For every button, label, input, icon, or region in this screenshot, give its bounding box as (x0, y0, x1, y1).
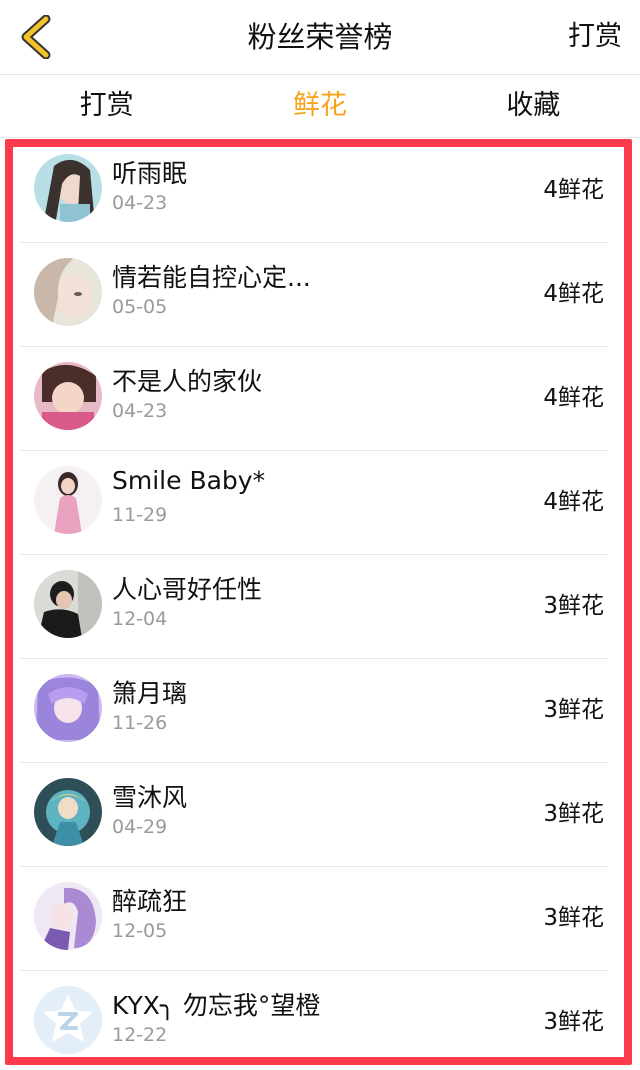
fan-name: 不是人的家伙 (112, 367, 263, 396)
fan-list: 听雨眠 04-23 4鲜花 情若能自控心定... 05-05 4鲜花 不是人的家… (0, 138, 640, 1070)
avatar (34, 674, 102, 742)
fan-name: KYX╮ 勿忘我°望橙 (112, 991, 321, 1020)
list-item[interactable]: 醉疏狂 12-05 3鲜花 (20, 866, 608, 971)
tab-reward[interactable]: 打赏 (0, 75, 213, 137)
fan-date: 04-29 (112, 816, 168, 838)
chevron-left-icon (21, 15, 51, 59)
avatar (34, 778, 102, 846)
flower-count: 3鲜花 (543, 697, 604, 723)
avatar (34, 362, 102, 430)
reward-button[interactable]: 打赏 (568, 0, 622, 74)
default-qq-avatar-icon (34, 986, 102, 1054)
list-item[interactable]: KYX╮ 勿忘我°望橙 12-22 3鲜花 (20, 970, 608, 1070)
fan-name: 醉疏狂 (112, 887, 188, 916)
fan-date: 04-23 (112, 192, 168, 214)
fan-date: 05-05 (112, 296, 168, 318)
flower-count: 3鲜花 (543, 801, 604, 827)
list-item[interactable]: 听雨眠 04-23 4鲜花 (20, 138, 608, 243)
flower-count: 3鲜花 (543, 905, 604, 931)
flower-count: 3鲜花 (543, 593, 604, 619)
list-item[interactable]: 雪沐风 04-29 3鲜花 (20, 762, 608, 867)
tab-bar: 打赏 鲜花 收藏 (0, 75, 640, 138)
list-item[interactable]: 不是人的家伙 04-23 4鲜花 (20, 346, 608, 451)
fan-date: 04-23 (112, 400, 168, 422)
tab-flowers[interactable]: 鲜花 (213, 75, 426, 137)
fan-date: 12-05 (112, 920, 168, 942)
back-button[interactable] (10, 12, 60, 62)
page-title: 粉丝荣誉榜 (247, 20, 393, 54)
tab-favorites[interactable]: 收藏 (427, 75, 640, 137)
fan-date: 12-04 (112, 608, 168, 630)
avatar (34, 258, 102, 326)
fan-date: 12-22 (112, 1024, 168, 1046)
flower-count: 4鲜花 (543, 385, 604, 411)
fan-name: Smile Baby* (112, 466, 266, 495)
avatar (34, 570, 102, 638)
list-item[interactable]: 箫月璃 11-26 3鲜花 (20, 658, 608, 763)
fan-name: 雪沐风 (112, 783, 188, 812)
flower-count: 4鲜花 (543, 281, 604, 307)
list-item[interactable]: 情若能自控心定... 05-05 4鲜花 (20, 242, 608, 347)
avatar (34, 466, 102, 534)
avatar (34, 882, 102, 950)
fan-name: 听雨眠 (112, 159, 188, 188)
fan-date: 11-29 (112, 504, 168, 526)
avatar (34, 154, 102, 222)
flower-count: 4鲜花 (543, 177, 604, 203)
fan-date: 11-26 (112, 712, 168, 734)
fan-name: 箫月璃 (112, 679, 188, 708)
list-item[interactable]: 人心哥好任性 12-04 3鲜花 (20, 554, 608, 659)
fan-name: 情若能自控心定... (112, 263, 311, 292)
fan-name: 人心哥好任性 (112, 575, 263, 604)
flower-count: 3鲜花 (543, 1009, 604, 1035)
flower-count: 4鲜花 (543, 489, 604, 515)
navbar: 粉丝荣誉榜 打赏 (0, 0, 640, 75)
list-item[interactable]: Smile Baby* 11-29 4鲜花 (20, 450, 608, 555)
